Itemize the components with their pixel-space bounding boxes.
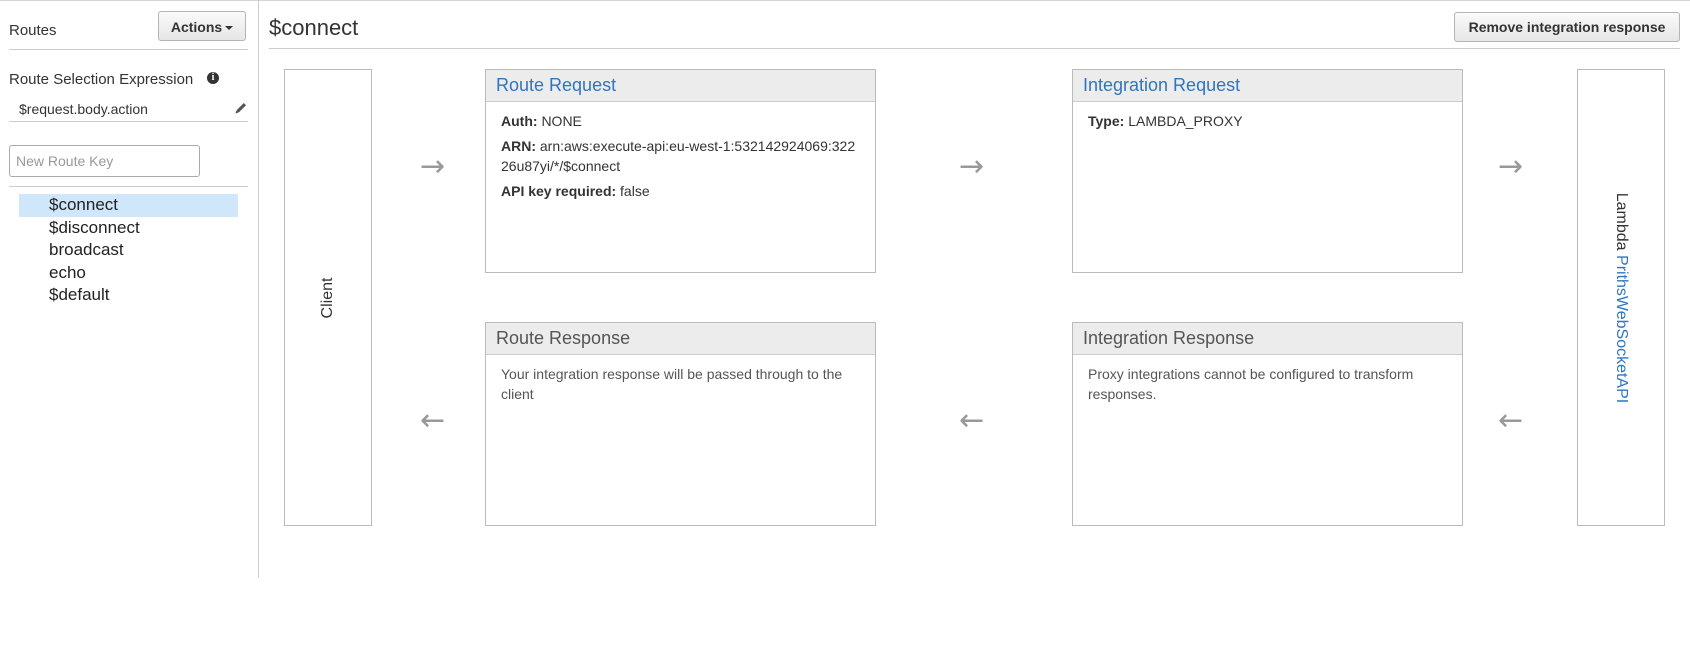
routes-title: Routes	[9, 22, 57, 39]
route-request-panel: Route Request Auth: NONE ARN: arn:aws:ex…	[485, 69, 876, 273]
arrow-left-icon: ←	[420, 403, 446, 438]
arn-key: ARN:	[501, 138, 536, 154]
arrow-right-icon: →	[420, 149, 446, 184]
route-response-title: Route Response	[486, 323, 875, 355]
page-title: $connect	[269, 15, 359, 40]
integration-request-panel: Integration Request Type: LAMBDA_PROXY	[1072, 69, 1463, 273]
route-item-connect[interactable]: $connect	[19, 194, 238, 217]
route-selection-value: $request.body.action	[19, 101, 148, 117]
route-response-text: Your integration response will be passed…	[501, 366, 843, 402]
client-label: Client	[319, 277, 336, 318]
caret-down-icon	[225, 26, 234, 31]
lambda-box: Lambda PrithsWebSocketAPI	[1577, 69, 1665, 526]
header-divider	[269, 48, 1680, 49]
arrow-right-icon: →	[959, 149, 985, 184]
lambda-prefix: Lambda	[1613, 192, 1630, 251]
sidebar-divider	[9, 186, 248, 187]
integration-response-title: Integration Response	[1073, 323, 1462, 355]
routes-sidebar: Routes Actions Route Selection Expressio…	[0, 0, 259, 578]
sidebar-divider	[9, 121, 248, 122]
new-route-key-input[interactable]	[9, 145, 200, 177]
actions-dropdown-button[interactable]: Actions	[158, 11, 246, 41]
arrow-left-icon: ←	[959, 403, 985, 438]
route-item-disconnect[interactable]: $disconnect	[19, 217, 238, 240]
route-selection-label: Route Selection Expression	[9, 71, 194, 88]
auth-key: Auth:	[501, 113, 538, 129]
actions-label: Actions	[170, 19, 223, 35]
info-icon[interactable]: i	[207, 72, 219, 84]
arn-value: arn:aws:execute-api:eu-west-1:5321429240…	[501, 138, 856, 174]
type-value: LAMBDA_PROXY	[1128, 113, 1243, 129]
integration-request-link[interactable]: Integration Request	[1073, 70, 1462, 102]
remove-integration-response-button[interactable]: Remove integration response	[1454, 12, 1680, 42]
route-list: $connect $disconnect broadcast echo $def…	[19, 194, 238, 307]
sidebar-divider	[9, 49, 248, 50]
lambda-label: Lambda PrithsWebSocketAPI	[1612, 192, 1630, 403]
route-item-default[interactable]: $default	[19, 284, 238, 307]
arrow-left-icon: ←	[1498, 403, 1524, 438]
integration-response-panel: Integration Response Proxy integrations …	[1072, 322, 1463, 526]
route-request-link[interactable]: Route Request	[486, 70, 875, 102]
api-key-required-key: API key required:	[501, 183, 617, 199]
pencil-icon[interactable]	[234, 101, 248, 115]
auth-value: NONE	[541, 113, 582, 129]
api-key-required-value: false	[620, 183, 650, 199]
integration-response-text: Proxy integrations cannot be configured …	[1088, 366, 1414, 402]
arrow-right-icon: →	[1498, 149, 1524, 184]
lambda-function-link[interactable]: PrithsWebSocketAPI	[1613, 255, 1630, 403]
route-item-echo[interactable]: echo	[19, 262, 238, 285]
route-response-panel: Route Response Your integration response…	[485, 322, 876, 526]
client-box: Client	[284, 69, 372, 526]
type-key: Type:	[1088, 113, 1125, 129]
route-item-broadcast[interactable]: broadcast	[19, 239, 238, 262]
